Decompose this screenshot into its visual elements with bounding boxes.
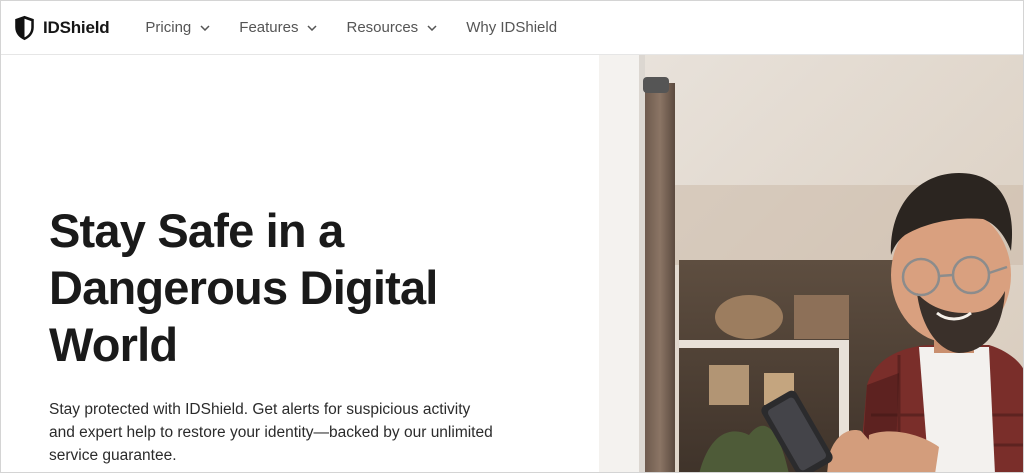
nav-item-label: Features: [239, 19, 299, 36]
hero-photo-illustration: [599, 55, 1023, 472]
subtext-line: Stay protected with IDShield. Get alerts…: [49, 401, 471, 418]
nav-item-resources[interactable]: Resources: [346, 19, 437, 36]
shield-logo-icon: [15, 15, 34, 40]
headline-line: World: [49, 318, 178, 371]
chevron-down-icon: [427, 24, 437, 31]
brand-name: IDShield: [43, 17, 110, 37]
chevron-down-icon: [200, 24, 210, 31]
nav-item-label: Why IDShield: [466, 19, 558, 36]
chevron-down-icon: [307, 24, 318, 31]
headline-line: Dangerous Digital: [49, 261, 438, 314]
headline-line: Stay Safe in a: [49, 204, 344, 257]
nav-menu: Pricing Features Resources Why IDShield: [145, 19, 586, 36]
hero-subtext: Stay protected with IDShield. Get alerts…: [49, 398, 529, 467]
subtext-line: and expert help to restore your identity…: [49, 424, 493, 441]
brand-logo[interactable]: IDShield: [13, 15, 110, 41]
nav-item-pricing[interactable]: Pricing: [145, 19, 210, 36]
hero-headline: Stay Safe in a Dangerous Digital World: [49, 202, 519, 373]
page: IDShield Pricing Features Resources Why …: [0, 0, 1024, 473]
subtext-line: service guarantee.: [49, 447, 177, 464]
nav-item-label: Pricing: [145, 19, 192, 36]
nav-item-label: Resources: [346, 19, 419, 36]
top-nav: IDShield Pricing Features Resources Why …: [1, 1, 1023, 55]
hero-image: [599, 55, 1023, 472]
nav-item-why-idshield[interactable]: Why IDShield: [466, 19, 557, 36]
nav-item-features[interactable]: Features: [239, 19, 318, 36]
